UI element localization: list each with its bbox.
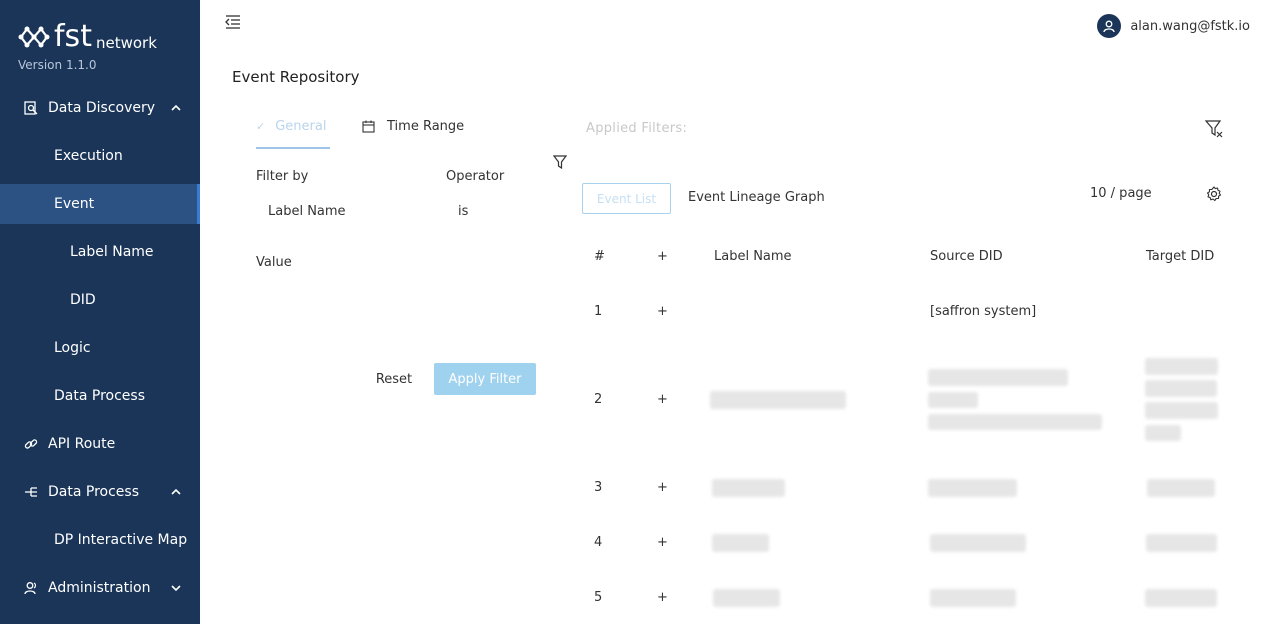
chevron-up-icon <box>171 488 181 495</box>
chevron-down-icon <box>171 585 181 592</box>
user-email: alan.wang@fstk.io <box>1130 18 1250 34</box>
tab-time-range-label: Time Range <box>387 119 465 134</box>
value-label: Value <box>256 255 292 270</box>
page-size-select[interactable]: 10 / page <box>1090 186 1152 201</box>
tab-event-lineage-graph[interactable]: Event Lineage Graph <box>688 190 825 205</box>
sidebar-item-label-name[interactable]: Label Name <box>0 232 200 272</box>
users-icon <box>24 582 37 595</box>
redacted-source-did <box>928 392 978 408</box>
redacted-source-did <box>930 534 1026 552</box>
reset-button[interactable]: Reset <box>366 363 422 395</box>
check-icon: ✓ <box>256 120 266 133</box>
row-expand-button[interactable]: + <box>657 392 668 407</box>
apply-filter-button[interactable]: Apply Filter <box>434 363 536 395</box>
column-header-index: # <box>594 249 605 264</box>
sidebar-item-api-route[interactable]: API Route <box>0 424 200 464</box>
filter-by-label: Filter by <box>256 169 309 184</box>
operator-label: Operator <box>446 169 505 184</box>
sidebar-item-label: Label Name <box>70 244 154 260</box>
redacted-label-name <box>710 391 846 409</box>
redacted-label-name <box>712 479 785 497</box>
row-expand-button[interactable]: + <box>657 304 668 319</box>
sidebar-item-dp-interactive-map[interactable]: DP Interactive Map <box>0 520 200 560</box>
redacted-source-did <box>928 369 1068 386</box>
redacted-target-did <box>1145 358 1218 375</box>
sidebar-item-label: Logic <box>54 340 91 356</box>
user-menu[interactable]: alan.wang@fstk.io <box>1097 14 1250 38</box>
menu-fold-icon[interactable] <box>225 14 241 30</box>
row-expand-button[interactable]: + <box>657 535 668 550</box>
logo-text: fst <box>54 19 92 54</box>
row-index: 3 <box>594 480 603 495</box>
calendar-icon <box>362 120 375 133</box>
row-index: 2 <box>594 392 603 407</box>
clear-filter-icon[interactable] <box>1205 120 1223 138</box>
filter-icon[interactable] <box>553 155 567 169</box>
sidebar-item-label: API Route <box>48 436 116 452</box>
sidebar-item-administration[interactable]: Administration <box>0 568 200 608</box>
app-version: Version 1.1.0 <box>18 58 97 72</box>
settings-icon[interactable] <box>1206 186 1222 202</box>
row-source-did: [saffron system] <box>930 304 1037 319</box>
redacted-target-did <box>1145 425 1181 441</box>
row-expand-button[interactable]: + <box>657 480 668 495</box>
user-icon <box>1103 20 1115 33</box>
column-header-expand: + <box>657 249 668 264</box>
sidebar-item-label: Event <box>54 196 95 212</box>
redacted-label-name <box>713 589 780 607</box>
sidebar-item-data-discovery[interactable]: Data Discovery <box>0 88 200 128</box>
sidebar-item-label: Data Process <box>48 484 139 500</box>
column-header-source-did[interactable]: Source DID <box>930 249 1003 264</box>
sidebar-item-label: DID <box>70 292 96 308</box>
avatar <box>1097 14 1122 38</box>
tab-general[interactable]: ✓ General <box>256 119 326 134</box>
redacted-target-did <box>1147 479 1215 497</box>
sidebar-item-did[interactable]: DID <box>0 280 200 320</box>
row-expand-button[interactable]: + <box>657 590 668 605</box>
sidebar-item-data-process[interactable]: Data Process <box>0 472 200 512</box>
filter-by-select[interactable]: Label Name <box>268 204 346 219</box>
redacted-target-did <box>1145 589 1217 607</box>
row-index: 1 <box>594 304 603 319</box>
sidebar-item-execution[interactable]: Execution <box>0 136 200 176</box>
column-header-target-did[interactable]: Target DID <box>1146 249 1214 264</box>
chevron-up-icon <box>171 104 181 111</box>
redacted-source-did <box>928 479 1017 497</box>
search-doc-icon <box>24 101 38 115</box>
logo-subtext: network <box>95 34 157 52</box>
network-logo-icon <box>18 26 50 48</box>
operator-select[interactable]: is <box>458 204 468 219</box>
tab-event-list[interactable]: Event List <box>582 183 671 214</box>
page-title: Event Repository <box>232 68 360 86</box>
redacted-target-did <box>1145 380 1217 397</box>
redacted-source-did <box>930 589 1016 607</box>
row-index: 5 <box>594 590 603 605</box>
redacted-label-name <box>712 534 769 552</box>
sidebar-item-logic[interactable]: Logic <box>0 328 200 368</box>
redacted-target-did <box>1145 402 1218 419</box>
sidebar-item-label: Data Discovery <box>48 100 156 116</box>
logo-row: fst network <box>18 20 157 52</box>
sidebar-item-label: Execution <box>54 148 123 164</box>
sidebar-item-label: Administration <box>48 580 151 596</box>
app-root: fst network Version 1.1.0 Data Discovery… <box>0 0 1278 624</box>
brand-logo[interactable]: fst network <box>18 20 157 52</box>
column-header-label-name[interactable]: Label Name <box>714 249 792 264</box>
sidebar-item-label: DP Interactive Map <box>54 532 188 548</box>
link-icon <box>24 439 38 449</box>
redacted-target-did <box>1146 534 1217 552</box>
applied-filters-label: Applied Filters: <box>586 121 688 136</box>
tab-active-indicator <box>256 147 330 149</box>
redacted-source-did <box>928 414 1102 430</box>
row-index: 4 <box>594 535 603 550</box>
flow-icon <box>25 487 37 497</box>
sidebar-item-data-process-sub[interactable]: Data Process <box>0 376 200 416</box>
tab-general-label: General <box>275 119 327 134</box>
sidebar: fst network Version 1.1.0 Data Discovery… <box>0 0 200 624</box>
sidebar-item-label: Data Process <box>54 388 145 404</box>
tab-time-range[interactable]: Time Range <box>362 119 464 134</box>
sidebar-item-event[interactable]: Event <box>0 184 200 224</box>
